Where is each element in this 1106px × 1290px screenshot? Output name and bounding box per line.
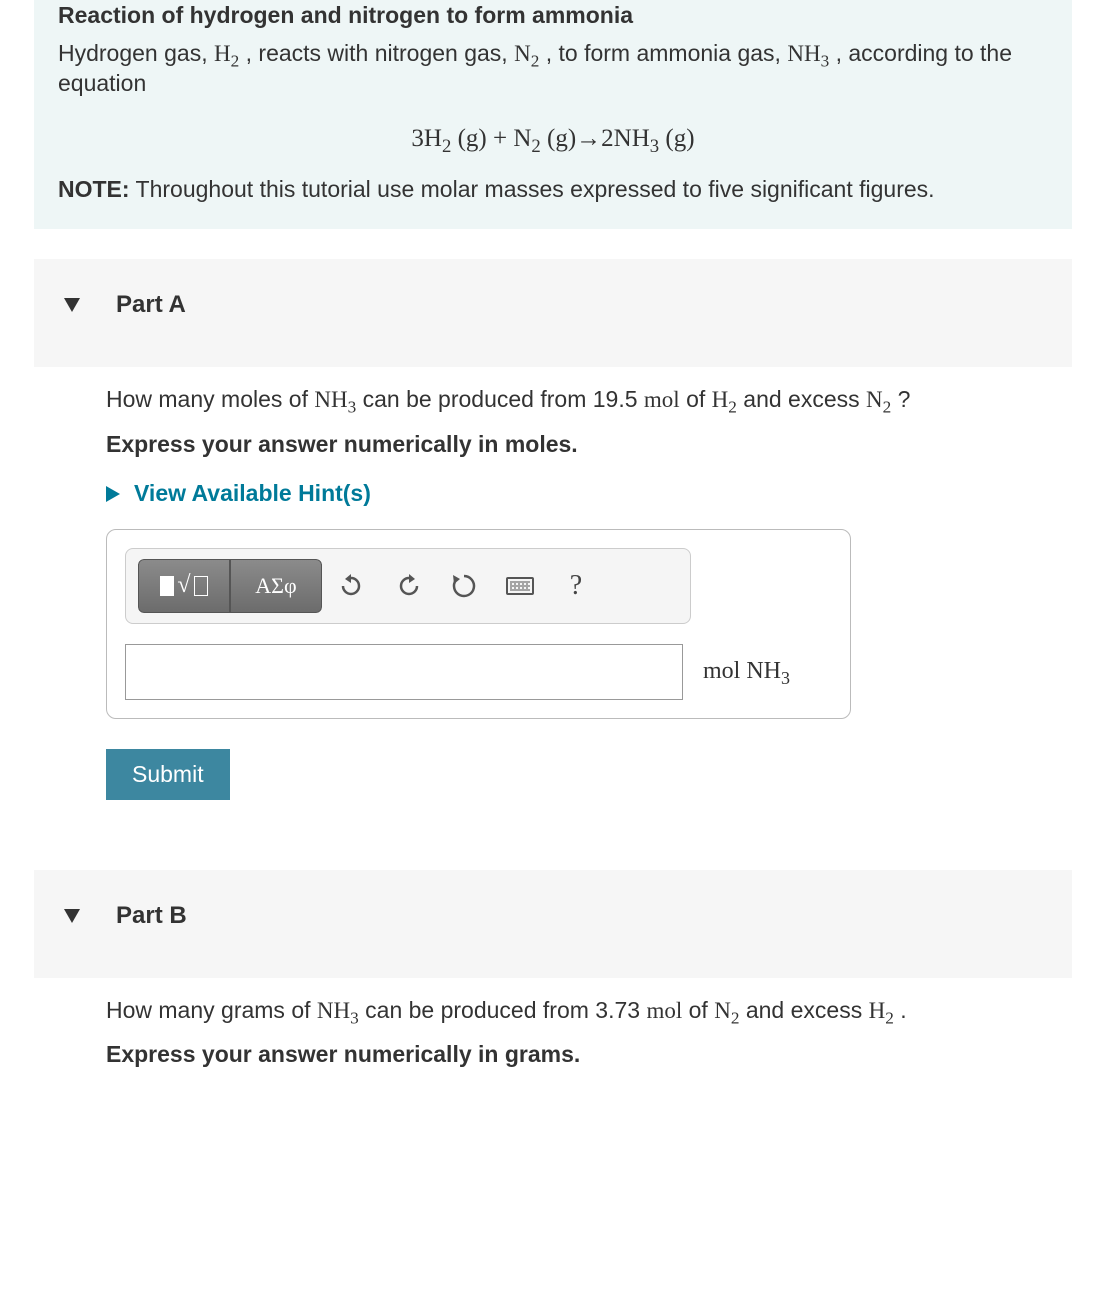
chem-nh3: NH3 (314, 387, 356, 412)
chemical-equation: 3H2 (g) + N2 (g)→2NH3 (g) (58, 111, 1048, 175)
chem-n2: N2 (714, 998, 739, 1023)
keyboard-button[interactable] (498, 564, 542, 608)
part-a-body: How many moles of NH3 can be produced fr… (34, 385, 1072, 836)
note-label: NOTE: (58, 176, 130, 202)
q-text: How many moles of (106, 386, 314, 412)
chem-n2: N2 (514, 41, 539, 66)
intro-title: Reaction of hydrogen and nitrogen to for… (58, 0, 1048, 39)
help-button[interactable]: ? (554, 564, 598, 608)
chem-h2: H2 (712, 387, 737, 412)
unit-mol: mol (644, 387, 680, 412)
hint-label: View Available Hint(s) (134, 480, 371, 506)
q-text: ? (891, 386, 910, 412)
answer-unit: mol NH3 (703, 658, 790, 685)
reset-button[interactable] (442, 564, 486, 608)
format-button-group: √ ΑΣφ (138, 559, 322, 613)
keyboard-icon (506, 577, 534, 595)
q-text: can be produced from 3.73 (359, 997, 647, 1023)
undo-icon (339, 574, 365, 598)
q-text: of (680, 386, 712, 412)
part-a-header[interactable]: Part A (34, 259, 1072, 367)
equation-toolbar: √ ΑΣφ ? (125, 548, 691, 624)
unit-text: mol (703, 658, 746, 684)
intro-text: , to form ammonia gas, (539, 40, 787, 66)
part-b-body: How many grams of NH3 can be produced fr… (34, 996, 1072, 1091)
reset-icon (451, 573, 477, 599)
note-text: Throughout this tutorial use molar masse… (130, 176, 935, 202)
intro-paragraph: Hydrogen gas, H2 , reacts with nitrogen … (58, 39, 1048, 111)
submit-button[interactable]: Submit (106, 749, 230, 800)
part-b-question: How many grams of NH3 can be produced fr… (106, 996, 1052, 1042)
redo-icon (395, 574, 421, 598)
help-icon: ? (570, 570, 582, 602)
intro-panel: Reaction of hydrogen and nitrogen to for… (34, 0, 1072, 229)
chem-nh3: NH3 (317, 998, 359, 1023)
q-text: How many grams of (106, 997, 317, 1023)
chem-h2: H2 (869, 998, 894, 1023)
redo-button[interactable] (386, 564, 430, 608)
q-text: and excess (739, 997, 868, 1023)
answer-input[interactable] (125, 644, 683, 700)
part-a-instruction: Express your answer numerically in moles… (106, 431, 1052, 480)
undo-button[interactable] (330, 564, 374, 608)
part-a-title: Part A (116, 291, 186, 319)
greek-label: ΑΣφ (255, 573, 296, 599)
chem-n2: N2 (866, 387, 891, 412)
chem-nh3: NH3 (787, 41, 829, 66)
chevron-down-icon (64, 298, 80, 312)
note-line: NOTE: Throughout this tutorial use molar… (58, 175, 1048, 205)
intro-text: , reacts with nitrogen gas, (239, 40, 514, 66)
q-text: can be produced from 19.5 (356, 386, 644, 412)
submit-label: Submit (132, 761, 204, 787)
unit-mol: mol (646, 998, 682, 1023)
part-b-instruction: Express your answer numerically in grams… (106, 1041, 1052, 1090)
chevron-down-icon (64, 909, 80, 923)
chem-symbol: H (214, 41, 231, 66)
part-a-question: How many moles of NH3 can be produced fr… (106, 385, 1052, 431)
greek-button[interactable]: ΑΣφ (230, 559, 322, 613)
part-b-header[interactable]: Part B (34, 870, 1072, 978)
chem-h2: H2 (214, 41, 239, 66)
templates-button[interactable]: √ (138, 559, 230, 613)
answer-row: mol NH3 (125, 644, 832, 700)
chevron-right-icon (106, 486, 120, 502)
templates-icon: √ (160, 572, 207, 599)
answer-panel: √ ΑΣφ ? (106, 529, 851, 719)
q-text: and excess (737, 386, 866, 412)
q-text: . (894, 997, 907, 1023)
intro-text: Hydrogen gas, (58, 40, 214, 66)
chem-symbol: N (514, 41, 531, 66)
chem-symbol: NH (787, 41, 820, 66)
part-b-title: Part B (116, 902, 187, 930)
q-text: of (682, 997, 714, 1023)
view-hints-link[interactable]: View Available Hint(s) (106, 480, 1052, 529)
